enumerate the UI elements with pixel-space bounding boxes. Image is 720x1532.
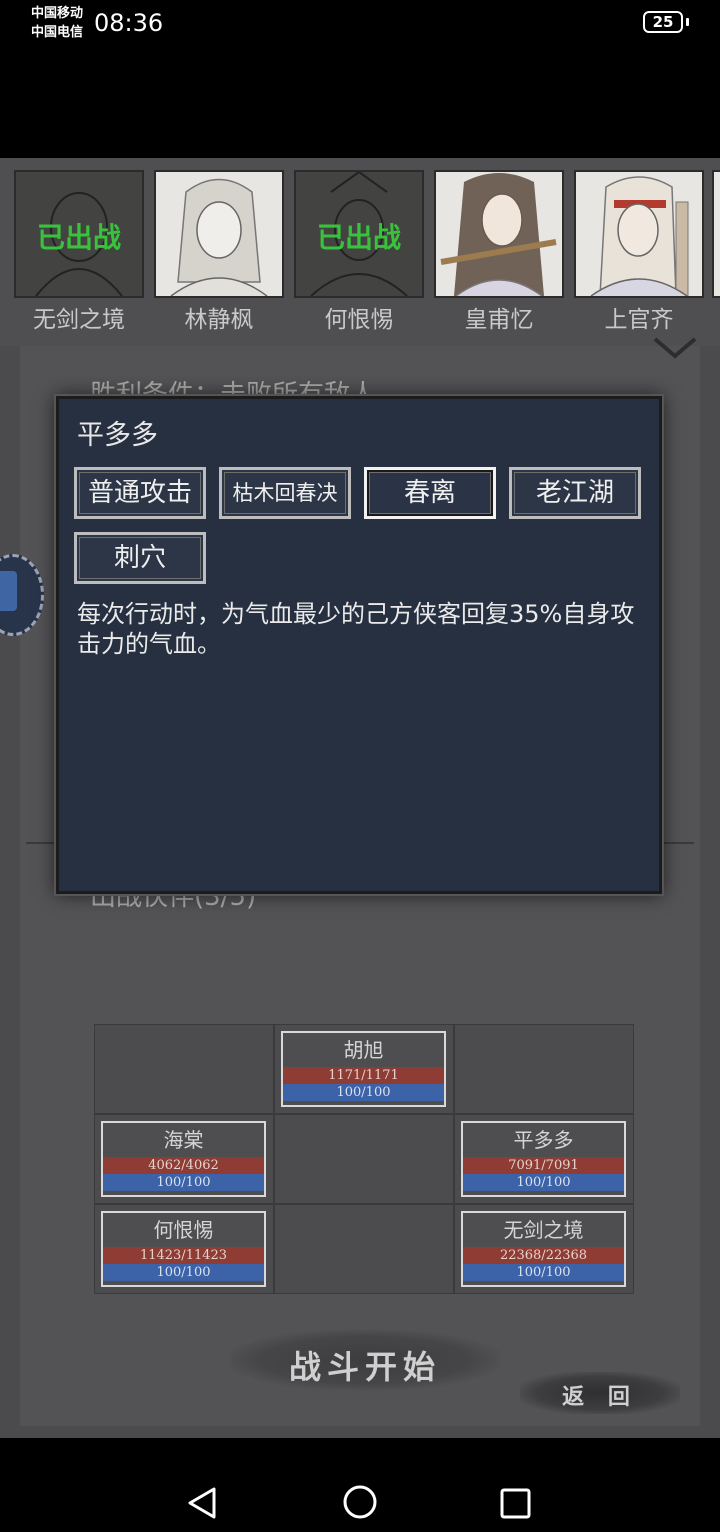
- hero-name-1: 无剑之境: [33, 307, 125, 333]
- skill-button-normal-attack[interactable]: 普通攻击: [74, 467, 206, 519]
- skill-dialog: 平多多 普通攻击 枯木回春决 春离 老江湖 刺穴 每次行动时，为气血最少的己方侠…: [56, 396, 662, 894]
- battery-icon: 25: [643, 11, 683, 33]
- formation-slot[interactable]: 海棠 4062/4062 100/100: [95, 1115, 273, 1203]
- unit-name: 无剑之境: [503, 1218, 584, 1242]
- clock: 08:36: [94, 9, 164, 37]
- hero-name-4: 皇甫忆: [464, 307, 534, 333]
- hero-portrait-4: [440, 173, 557, 296]
- unit-name: 平多多: [513, 1128, 574, 1152]
- deployed-badge-3: 已出战: [316, 221, 401, 254]
- dialog-title: 平多多: [77, 420, 158, 451]
- chevron-down-icon[interactable]: [652, 336, 698, 360]
- unit-card-haitang[interactable]: 海棠 4062/4062 100/100: [101, 1121, 266, 1197]
- mp-bar: 100/100: [103, 1264, 264, 1281]
- hero-name-5: 上官齐: [604, 307, 674, 333]
- unit-name: 何恨惕: [153, 1218, 214, 1242]
- hero-card-5[interactable]: [574, 170, 704, 298]
- carrier-1: 中国移动: [31, 6, 84, 21]
- mp-bar: 100/100: [463, 1264, 624, 1281]
- formation-slot[interactable]: 平多多 7091/7091 100/100: [455, 1115, 633, 1203]
- unit-card-huxu[interactable]: 胡旭 1171/1171 100/100: [281, 1031, 446, 1107]
- start-battle-label: 战斗开始: [288, 1348, 441, 1386]
- hero-name-2: 林静枫: [184, 307, 254, 333]
- formation-slot[interactable]: [455, 1025, 633, 1113]
- carrier-info: 中国移动 中国电信: [31, 4, 83, 42]
- unit-name: 胡旭: [343, 1038, 384, 1062]
- formation-slot[interactable]: 何恨惕 11423/11423 100/100: [95, 1205, 273, 1293]
- mp-bar: 100/100: [463, 1174, 624, 1191]
- battery-tip: [686, 18, 689, 26]
- recents-nav-icon[interactable]: [500, 1488, 532, 1520]
- navigation-bar: [0, 1438, 720, 1532]
- back-button[interactable]: 返 回: [520, 1372, 680, 1414]
- hp-bar: 11423/11423: [103, 1247, 264, 1264]
- unit-card-pingduoduo[interactable]: 平多多 7091/7091 100/100: [461, 1121, 626, 1197]
- carrier-2: 中国电信: [31, 25, 84, 40]
- skill-description: 每次行动时，为气血最少的己方侠客回复35%自身攻击力的气血。: [77, 600, 635, 658]
- formation-slot[interactable]: 胡旭 1171/1171 100/100: [275, 1025, 453, 1113]
- skill-button-cixue[interactable]: 刺穴: [74, 532, 206, 584]
- formation-slot[interactable]: [275, 1115, 453, 1203]
- status-bar: 中国移动 中国电信 08:36 25: [0, 0, 720, 60]
- formation-slot[interactable]: 无剑之境 22368/22368 100/100: [455, 1205, 633, 1293]
- back-nav-icon[interactable]: [186, 1486, 220, 1520]
- hero-card-partial[interactable]: [712, 170, 720, 298]
- hero-card-2[interactable]: [154, 170, 284, 298]
- hero-selection-strip[interactable]: 已出战 无剑之境 林静枫 已出战 何恨惕 皇甫忆 上官齐: [0, 158, 720, 346]
- unit-card-hehenti[interactable]: 何恨惕 11423/11423 100/100: [101, 1211, 266, 1287]
- hero-card-3[interactable]: 已出战: [294, 170, 424, 298]
- hero-name-3: 何恨惕: [324, 307, 394, 333]
- formation-slot[interactable]: [95, 1025, 273, 1113]
- hero-card-4[interactable]: [434, 170, 564, 298]
- deployed-badge-1: 已出战: [36, 221, 121, 254]
- hero-portrait-5: [590, 176, 689, 296]
- skill-button-laojianghu[interactable]: 老江湖: [509, 467, 641, 519]
- mp-bar: 100/100: [283, 1084, 444, 1101]
- formation-slot[interactable]: [275, 1205, 453, 1293]
- hp-bar: 4062/4062: [103, 1157, 264, 1174]
- mp-bar: 100/100: [103, 1174, 264, 1191]
- back-label: 返 回: [562, 1385, 638, 1410]
- hp-bar: 1171/1171: [283, 1067, 444, 1084]
- home-nav-icon[interactable]: [342, 1484, 378, 1520]
- hero-card-1[interactable]: 已出战: [14, 170, 144, 298]
- unit-card-wujianzhijing[interactable]: 无剑之境 22368/22368 100/100: [461, 1211, 626, 1287]
- start-battle-button[interactable]: 战斗开始: [230, 1330, 500, 1390]
- hp-bar: 7091/7091: [463, 1157, 624, 1174]
- skill-button-kumu[interactable]: 枯木回春决: [219, 467, 351, 519]
- hp-bar: 22368/22368: [463, 1247, 624, 1264]
- formation-grid: 胡旭 1171/1171 100/100 海棠 4062/4062 100/10…: [94, 1024, 634, 1294]
- hero-portrait-2: [170, 178, 268, 296]
- unit-name: 海棠: [163, 1128, 204, 1152]
- skill-button-chunli[interactable]: 春离: [364, 467, 496, 519]
